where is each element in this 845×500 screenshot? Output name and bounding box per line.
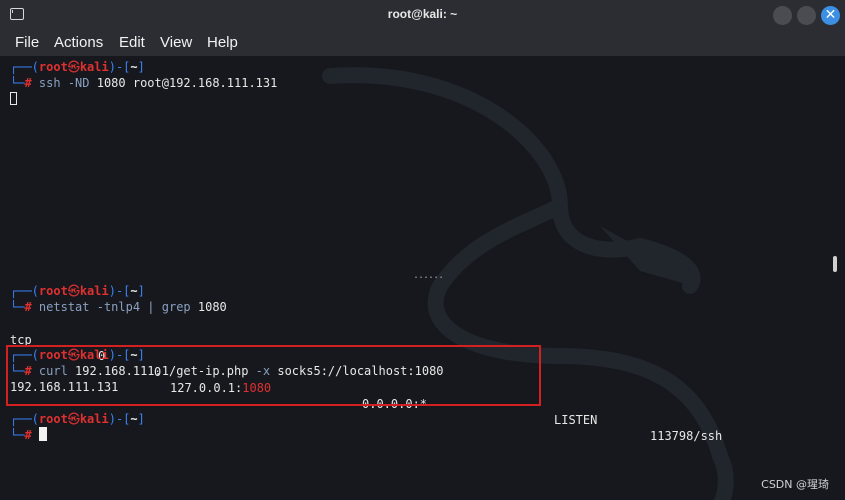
prompt-hash: # (24, 300, 32, 314)
prompt-at: ㉿ (67, 60, 80, 74)
netstat-output-row: tcp 0 0 127.0.0.1:1080 0.0.0.0:* LISTEN … (10, 316, 840, 443)
command-line: └─# ssh -ND 1080 root@192.168.111.131 (10, 75, 277, 91)
terminal-area[interactable]: ┌──(root㉿kali)-[~] └─# ssh -ND 1080 root… (0, 56, 845, 500)
close-button[interactable]: ✕ (821, 6, 840, 25)
prompt-user: root (38, 60, 68, 74)
command-rest: 1080 (190, 300, 227, 314)
menu-actions[interactable]: Actions (54, 34, 103, 51)
scrollbar-handle[interactable] (833, 256, 837, 272)
prompt-hash: # (24, 428, 32, 442)
title-bar: root@kali: ~ ✕ (0, 0, 845, 31)
netstat-pid: 113798/ssh (650, 429, 723, 443)
prompt-dir: ~ (130, 60, 138, 74)
menu-bar: File Actions Edit View Help (0, 31, 845, 56)
maximize-button[interactable] (797, 6, 816, 25)
prompt-frame: ┌──( (10, 284, 39, 298)
command-rest: 1080 root@192.168.111.131 (96, 76, 278, 90)
prompt-at: ㉿ (67, 284, 80, 298)
menu-help[interactable]: Help (207, 34, 238, 51)
prompt-frame: ] (137, 284, 145, 298)
minimize-button[interactable] (773, 6, 792, 25)
prompt-user: root (38, 412, 68, 426)
menu-view[interactable]: View (160, 34, 192, 51)
command-name: netstat (38, 300, 90, 314)
separator-dots: ...... (413, 270, 444, 281)
prompt-frame: )-[ (108, 412, 131, 426)
highlight-box (6, 345, 541, 406)
prompt-hash: # (24, 76, 32, 90)
hollow-cursor (10, 92, 17, 105)
command-args: -ND (60, 76, 97, 90)
prompt-line: ┌──(root㉿kali)-[~] (10, 411, 145, 427)
prompt-frame: ┌──( (10, 412, 39, 426)
command-name: grep (154, 300, 191, 314)
prompt-line: ┌──(root㉿kali)-[~] (10, 283, 145, 299)
prompt-dir: ~ (130, 412, 138, 426)
prompt-frame: ] (137, 60, 145, 74)
cursor-line (10, 91, 17, 107)
command-args: -tnlp4 (89, 300, 148, 314)
prompt-host: kali (79, 412, 109, 426)
prompt-host: kali (79, 284, 109, 298)
prompt-host: kali (79, 60, 109, 74)
window-title: root@kali: ~ (387, 7, 458, 21)
prompt-dir: ~ (130, 284, 138, 298)
netstat-state: LISTEN (554, 413, 598, 427)
command-name: ssh (38, 76, 61, 90)
menu-file[interactable]: File (15, 34, 39, 51)
prompt-at: ㉿ (67, 412, 80, 426)
command-line: └─# netstat -tnlp4 | grep 1080 (10, 299, 227, 315)
prompt-frame: )-[ (108, 284, 131, 298)
prompt-user: root (38, 284, 68, 298)
prompt-frame: ] (137, 412, 145, 426)
prompt-line: ┌──(root㉿kali)-[~] (10, 59, 145, 75)
command-pipe: | (147, 300, 155, 314)
prompt-frame: )-[ (108, 60, 131, 74)
prompt-frame: └─ (10, 300, 25, 314)
prompt-frame: └─ (10, 428, 25, 442)
menu-edit[interactable]: Edit (119, 34, 145, 51)
command-line[interactable]: └─# (10, 427, 47, 443)
prompt-frame: ┌──( (10, 60, 39, 74)
block-cursor (38, 427, 47, 441)
watermark-text: CSDN @瑆琦 (761, 478, 829, 491)
prompt-frame: └─ (10, 76, 25, 90)
